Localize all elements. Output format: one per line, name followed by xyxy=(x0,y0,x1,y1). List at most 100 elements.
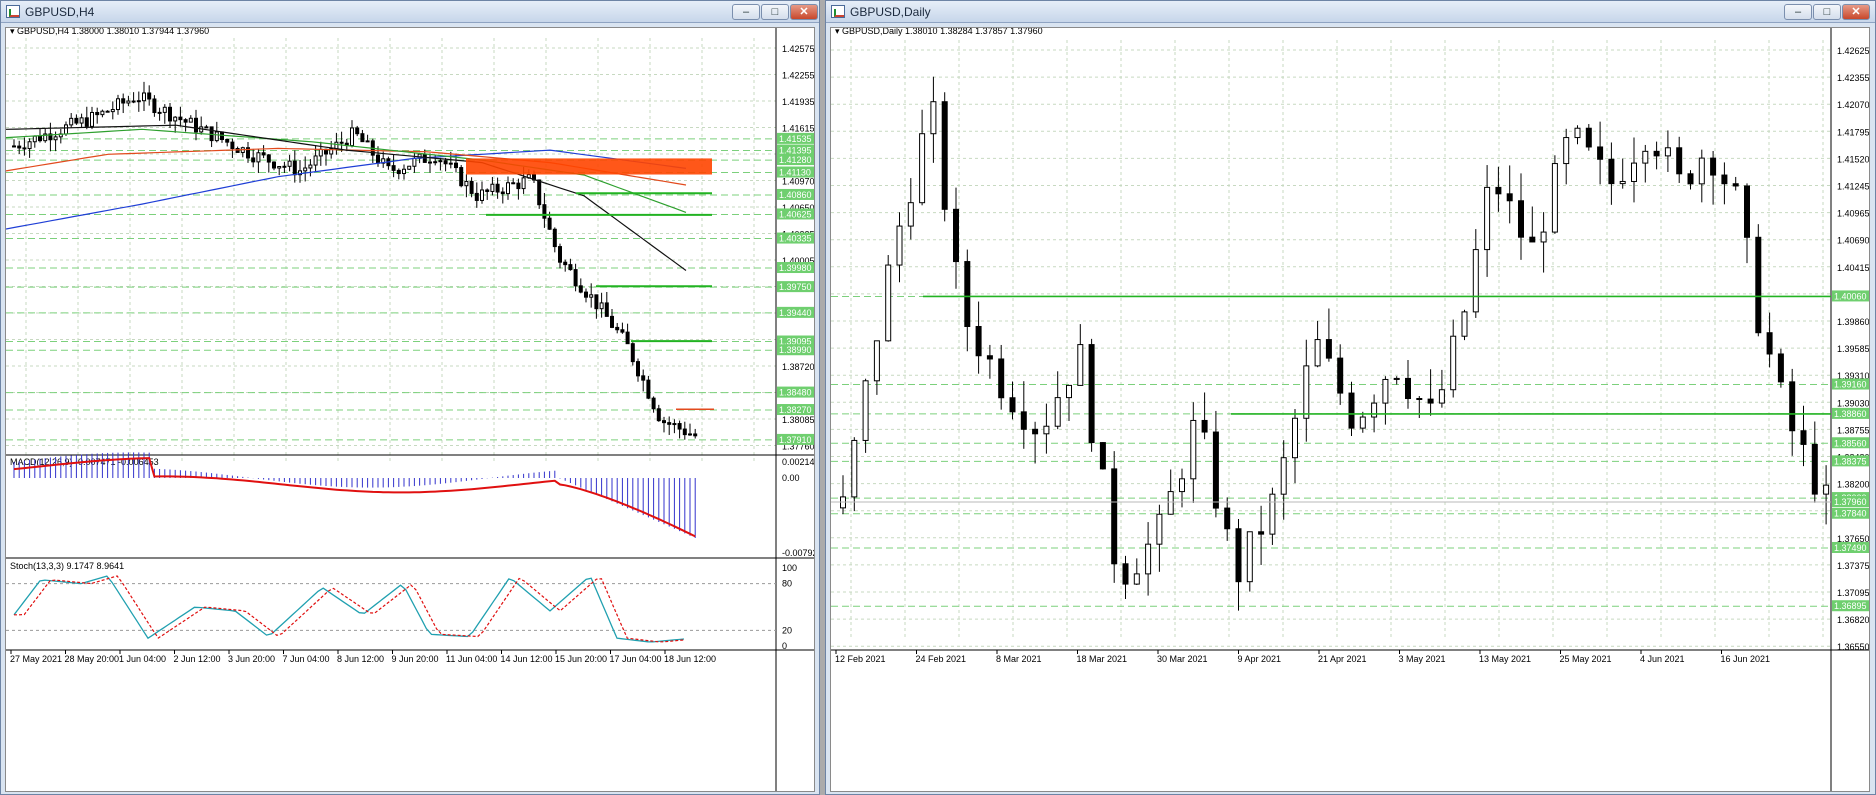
candle-body xyxy=(1280,457,1287,495)
candle-body xyxy=(168,106,172,122)
stoch-tick-label: 20 xyxy=(782,625,792,635)
time-axis-label: 16 Jun 2021 xyxy=(1721,654,1771,664)
candle-body xyxy=(1212,431,1219,509)
candle-body xyxy=(1574,127,1581,139)
close-button[interactable]: ✕ xyxy=(790,4,818,20)
daily-titlebar[interactable]: GBPUSD,Daily – □ ✕ xyxy=(826,1,1875,23)
level-tag-label: 1.36895 xyxy=(1834,601,1867,611)
candle-body xyxy=(568,264,573,271)
daily-chart-window[interactable]: GBPUSD,Daily – □ ✕ ▾ GBPUSD,Daily 1.3801… xyxy=(825,0,1876,795)
time-axis-label: 30 Mar 2021 xyxy=(1157,654,1208,664)
h4-chart-area[interactable]: ▾ GBPUSD,H4 1.38000 1.38010 1.37944 1.37… xyxy=(5,27,815,792)
h4-chart-svg[interactable]: ▾ GBPUSD,H4 1.38000 1.38010 1.37944 1.37… xyxy=(6,28,815,792)
candle-body xyxy=(1732,183,1739,187)
chart-window-icon xyxy=(6,5,20,18)
level-tag-label: 1.41280 xyxy=(779,155,812,165)
candle-body xyxy=(584,291,588,298)
candle-body xyxy=(350,127,354,147)
price-tick-label: 1.42575 xyxy=(782,44,815,54)
candle-body xyxy=(142,92,146,102)
maximize-button[interactable]: □ xyxy=(761,4,789,20)
price-tick-label: 1.38755 xyxy=(1837,425,1870,435)
close-button[interactable]: ✕ xyxy=(1842,4,1870,20)
candle-body xyxy=(851,439,858,498)
candle-body xyxy=(428,161,432,164)
candle-body xyxy=(1823,484,1830,495)
candle-body xyxy=(1382,378,1389,404)
candle-body xyxy=(84,117,89,127)
level-tag-label: 1.38860 xyxy=(1834,409,1867,419)
candle-body xyxy=(506,182,510,195)
candle-body xyxy=(558,246,562,263)
candle-body xyxy=(334,141,339,150)
candle-body xyxy=(1133,573,1140,585)
stoch-tick-label: 80 xyxy=(782,579,792,589)
daily-chart-area[interactable]: ▾ GBPUSD,Daily 1.38010 1.38284 1.37857 1… xyxy=(830,27,1870,792)
time-axis-label: 1 Jun 04:00 xyxy=(119,654,166,664)
candle-body xyxy=(1145,543,1152,575)
price-tick-label: 1.42625 xyxy=(1837,46,1870,56)
level-tag-label: 1.38270 xyxy=(779,405,812,415)
candle-body xyxy=(69,117,74,126)
candle-body xyxy=(53,136,58,141)
candle-body xyxy=(1777,353,1784,383)
candle-body xyxy=(147,92,152,100)
daily-chart-svg[interactable]: ▾ GBPUSD,Daily 1.38010 1.38284 1.37857 1… xyxy=(831,28,1870,792)
candle-body xyxy=(412,157,417,167)
candle-body xyxy=(941,101,948,210)
price-tick-label: 1.40415 xyxy=(1837,263,1870,273)
candle-body xyxy=(495,183,500,193)
macd-tick-label: 0.00 xyxy=(782,473,800,483)
candle-body xyxy=(230,141,235,150)
candle-body xyxy=(157,111,162,114)
candle-body xyxy=(110,109,115,113)
candle-body xyxy=(636,361,640,377)
candle-body xyxy=(1054,397,1061,427)
candle-body xyxy=(667,422,672,425)
level-tag-label: 1.38990 xyxy=(779,345,812,355)
candle-body xyxy=(64,124,68,135)
candle-body xyxy=(589,294,594,298)
candle-body xyxy=(953,208,959,263)
candle-body xyxy=(1190,419,1197,480)
minimize-button[interactable]: – xyxy=(732,4,760,20)
level-tag-label: 1.39160 xyxy=(1834,380,1867,390)
candle-body xyxy=(1224,507,1231,530)
time-axis-label: 25 May 2021 xyxy=(1560,654,1612,664)
candle-body xyxy=(22,147,27,150)
candle-body xyxy=(1518,200,1524,238)
candle-body xyxy=(105,110,110,113)
candle-body xyxy=(896,225,903,266)
price-tick-label: 1.38720 xyxy=(782,362,815,372)
candle-body xyxy=(1619,180,1626,185)
h4-chart-window[interactable]: GBPUSD,H4 – □ ✕ ▾ GBPUSD,H4 1.38000 1.38… xyxy=(0,0,820,795)
candle-body xyxy=(480,189,484,201)
candle-body xyxy=(178,116,183,121)
minimize-button[interactable]: – xyxy=(1784,4,1812,20)
candle-body xyxy=(1766,332,1773,355)
price-tick-label: 1.41520 xyxy=(1837,154,1870,164)
maximize-button[interactable]: □ xyxy=(1813,4,1841,20)
candle-body xyxy=(651,397,656,410)
candle-body xyxy=(516,182,521,190)
candle-body xyxy=(318,148,323,157)
level-tag-label: 1.41395 xyxy=(779,146,812,156)
candle-body xyxy=(1563,137,1570,165)
h4-header-label: ▾ GBPUSD,H4 1.38000 1.38010 1.37944 1.37… xyxy=(10,28,209,36)
h4-titlebar[interactable]: GBPUSD,H4 – □ ✕ xyxy=(1,1,819,23)
candle-body xyxy=(975,325,982,357)
candle-body xyxy=(1009,397,1016,413)
time-axis-label: 2 Jun 12:00 xyxy=(174,654,221,664)
candle-body xyxy=(625,331,630,345)
candle-body xyxy=(552,228,557,248)
candle-body xyxy=(998,358,1005,399)
candle-body xyxy=(615,326,620,331)
time-axis-label: 18 Jun 12:00 xyxy=(664,654,716,664)
candle-body xyxy=(1664,147,1671,157)
candle-body xyxy=(116,98,120,111)
candle-body xyxy=(610,315,614,328)
candle-body xyxy=(308,164,313,169)
candle-body xyxy=(1371,402,1378,418)
time-axis-label: 21 Apr 2021 xyxy=(1318,654,1367,664)
level-tag-label: 1.41535 xyxy=(779,134,812,144)
